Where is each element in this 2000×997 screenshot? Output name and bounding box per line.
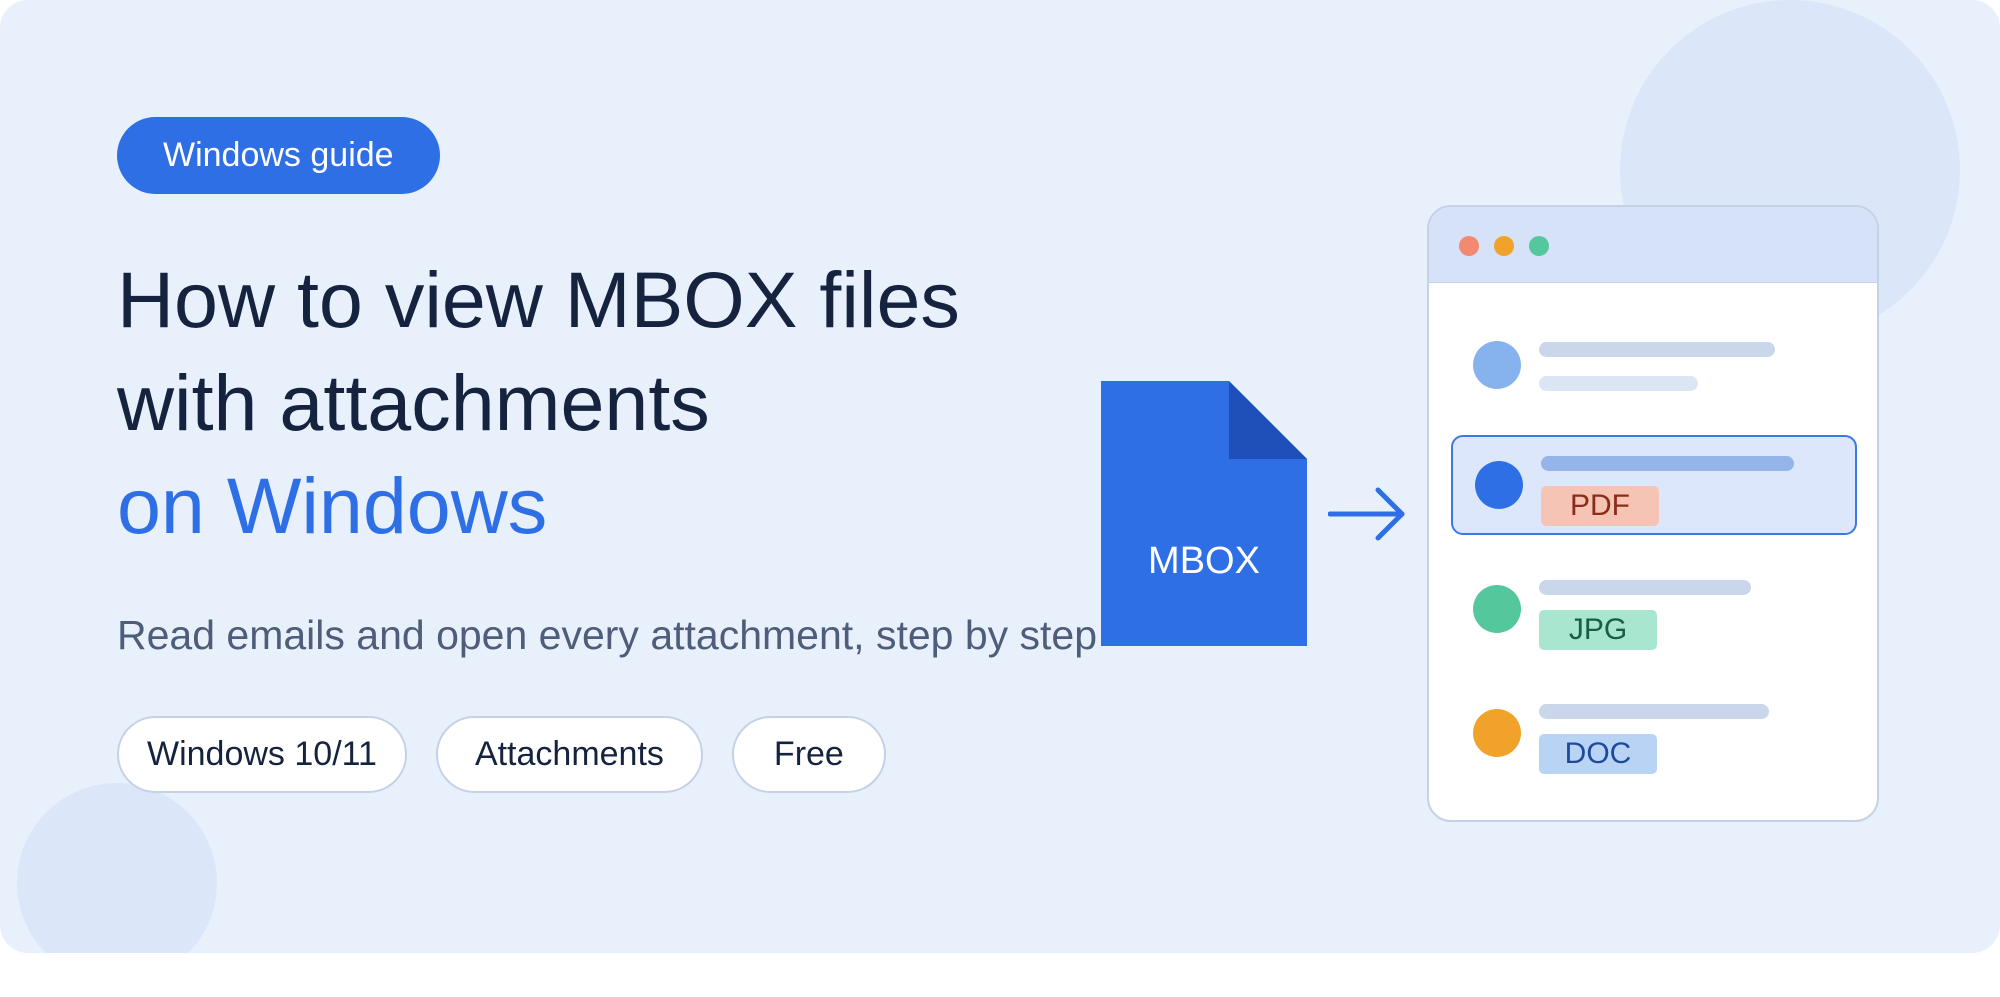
decorative-circle — [17, 783, 217, 953]
avatar — [1473, 585, 1521, 633]
tag-chips: Windows 10/11 Attachments Free — [117, 716, 886, 793]
arrow-right-icon — [1328, 487, 1405, 541]
title-accent-line: on Windows — [117, 461, 548, 550]
window-titlebar — [1429, 207, 1877, 283]
file-label: MBOX — [1148, 540, 1260, 582]
placeholder-line — [1539, 704, 1769, 719]
page-title: How to view MBOX files with attachments … — [117, 248, 960, 557]
mbox-file-icon — [1101, 381, 1307, 646]
email-row-doc: DOC — [1451, 683, 1857, 783]
attachment-tag-pdf: PDF — [1541, 486, 1659, 526]
window-maximize-dot — [1529, 236, 1549, 256]
chip-windows-version: Windows 10/11 — [117, 716, 407, 793]
avatar — [1475, 461, 1523, 509]
subtitle: Read emails and open every attachment, s… — [117, 612, 1098, 658]
chip-attachments: Attachments — [435, 716, 703, 793]
category-badge: Windows guide — [117, 117, 440, 194]
placeholder-line — [1539, 580, 1751, 595]
avatar — [1473, 709, 1521, 757]
window-minimize-dot — [1494, 236, 1514, 256]
email-row-plain — [1451, 313, 1857, 413]
title-line-2: with attachments — [117, 358, 710, 447]
hero-card: Windows guide How to view MBOX files wit… — [0, 0, 2000, 953]
avatar — [1473, 341, 1521, 389]
placeholder-line — [1539, 342, 1775, 357]
placeholder-line — [1541, 456, 1794, 471]
email-window-illustration: PDF JPG DOC — [1427, 205, 1879, 822]
email-row-pdf: PDF — [1451, 435, 1857, 535]
window-close-dot — [1459, 236, 1479, 256]
attachment-tag-jpg: JPG — [1539, 610, 1657, 650]
title-line-1: How to view MBOX files — [117, 255, 960, 344]
chip-free: Free — [731, 716, 886, 793]
placeholder-line — [1539, 376, 1698, 391]
attachment-tag-doc: DOC — [1539, 734, 1657, 774]
email-row-jpg: JPG — [1451, 559, 1857, 659]
